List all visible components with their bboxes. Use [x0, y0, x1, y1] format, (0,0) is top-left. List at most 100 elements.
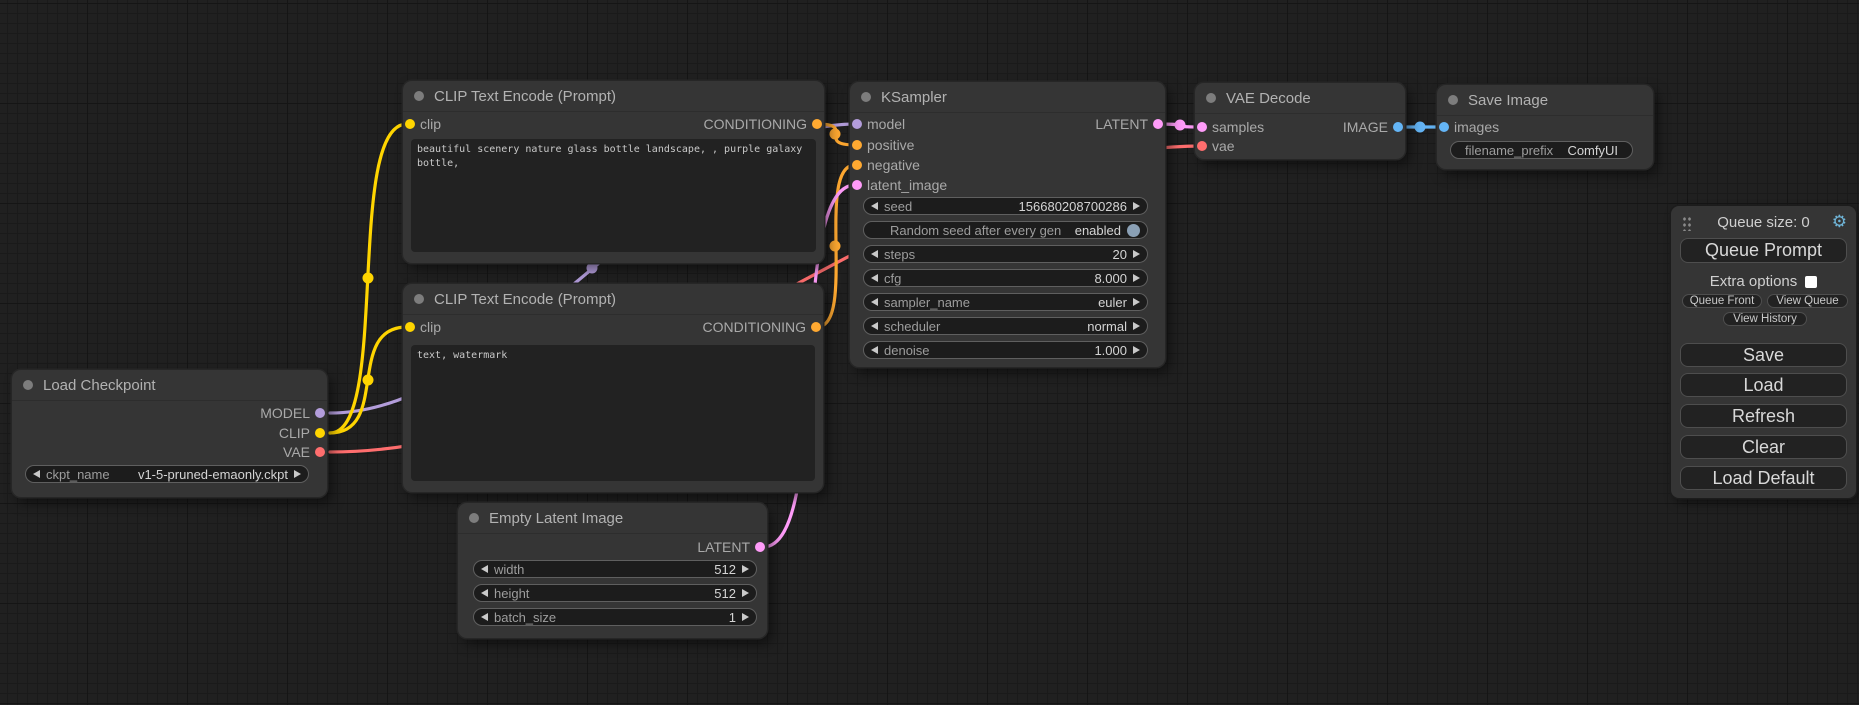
- latent-output-port[interactable]: [1153, 119, 1163, 129]
- decrement-arrow-icon[interactable]: [871, 298, 878, 306]
- samples-input-port[interactable]: [1197, 122, 1207, 132]
- collapse-dot-icon[interactable]: [1206, 93, 1216, 103]
- clip-input-port[interactable]: [405, 119, 415, 129]
- widget-value: 156680208700286: [1019, 199, 1127, 214]
- link-midpoint-dot: [363, 273, 374, 284]
- latent-output-port[interactable]: [755, 542, 765, 552]
- positive-input-port[interactable]: [852, 140, 862, 150]
- widget-value: ComfyUI: [1567, 143, 1618, 158]
- collapse-dot-icon[interactable]: [414, 91, 424, 101]
- model-input-port[interactable]: [852, 119, 862, 129]
- queue-panel: Queue size: 0 ⚙ Queue Prompt Extra optio…: [1671, 206, 1856, 498]
- increment-arrow-icon[interactable]: [1133, 322, 1140, 330]
- settings-gear-icon[interactable]: ⚙: [1832, 211, 1847, 233]
- prompt-text-widget[interactable]: text, watermark: [411, 345, 815, 481]
- increment-arrow-icon[interactable]: [294, 470, 301, 478]
- load-default-button[interactable]: Load Default: [1680, 466, 1847, 490]
- widget-label: width: [494, 562, 524, 577]
- extra-options-checkbox[interactable]: [1805, 276, 1817, 288]
- node-load-checkpoint[interactable]: Load Checkpoint MODEL CLIP VAE ckpt_name…: [12, 370, 327, 497]
- widget-value: 20: [1113, 247, 1127, 262]
- increment-arrow-icon[interactable]: [1133, 298, 1140, 306]
- decrement-arrow-icon[interactable]: [481, 613, 488, 621]
- node-ksampler[interactable]: KSampler model LATENT positive negative …: [850, 82, 1165, 367]
- increment-arrow-icon[interactable]: [1133, 274, 1140, 282]
- clip-output-port[interactable]: [315, 428, 325, 438]
- cfg-widget[interactable]: cfg 8.000: [863, 269, 1148, 287]
- random-seed-toggle-widget[interactable]: Random seed after every gen enabled: [863, 221, 1148, 239]
- width-widget[interactable]: width 512: [473, 560, 757, 578]
- increment-arrow-icon[interactable]: [1133, 202, 1140, 210]
- input-label-clip: clip: [420, 116, 441, 132]
- node-title-bar[interactable]: KSampler: [850, 82, 1165, 113]
- filename-prefix-widget[interactable]: filename_prefix ComfyUI: [1450, 141, 1633, 159]
- input-label-latent-image: latent_image: [867, 177, 947, 193]
- extra-options-label: Extra options: [1710, 273, 1798, 290]
- decrement-arrow-icon[interactable]: [871, 250, 878, 258]
- toggle-knob-icon[interactable]: [1127, 224, 1140, 237]
- input-label-samples: samples: [1212, 119, 1264, 135]
- node-empty-latent-image[interactable]: Empty Latent Image LATENT width 512 heig…: [458, 503, 767, 638]
- node-title-bar[interactable]: VAE Decode: [1195, 83, 1405, 114]
- collapse-dot-icon[interactable]: [469, 513, 479, 523]
- clear-button[interactable]: Clear: [1680, 435, 1847, 459]
- save-button[interactable]: Save: [1680, 343, 1847, 367]
- increment-arrow-icon[interactable]: [1133, 250, 1140, 258]
- widget-value: 512: [714, 562, 736, 577]
- scheduler-widget[interactable]: scheduler normal: [863, 317, 1148, 335]
- decrement-arrow-icon[interactable]: [33, 470, 40, 478]
- view-queue-button[interactable]: View Queue: [1767, 294, 1848, 308]
- node-title-bar[interactable]: CLIP Text Encode (Prompt): [403, 81, 824, 112]
- decrement-arrow-icon[interactable]: [481, 589, 488, 597]
- view-history-button[interactable]: View History: [1723, 312, 1807, 326]
- queue-size-label: Queue size: 0: [1671, 214, 1856, 231]
- refresh-button[interactable]: Refresh: [1680, 404, 1847, 428]
- steps-widget[interactable]: steps 20: [863, 245, 1148, 263]
- height-widget[interactable]: height 512: [473, 584, 757, 602]
- node-title-bar[interactable]: CLIP Text Encode (Prompt): [403, 284, 823, 315]
- increment-arrow-icon[interactable]: [742, 565, 749, 573]
- clip-input-port[interactable]: [405, 322, 415, 332]
- node-save-image[interactable]: Save Image images filename_prefix ComfyU…: [1437, 85, 1653, 169]
- load-button[interactable]: Load: [1680, 373, 1847, 397]
- denoise-widget[interactable]: denoise 1.000: [863, 341, 1148, 359]
- node-graph-canvas[interactable]: Load Checkpoint MODEL CLIP VAE ckpt_name…: [0, 0, 1859, 705]
- output-label-latent: LATENT: [697, 539, 750, 555]
- node-title: CLIP Text Encode (Prompt): [434, 88, 616, 105]
- node-clip-text-encode-positive[interactable]: CLIP Text Encode (Prompt) clip CONDITION…: [403, 81, 824, 263]
- decrement-arrow-icon[interactable]: [871, 202, 878, 210]
- increment-arrow-icon[interactable]: [1133, 346, 1140, 354]
- vae-output-port[interactable]: [315, 447, 325, 457]
- ckpt-name-widget[interactable]: ckpt_name v1-5-pruned-emaonly.ckpt: [25, 465, 309, 483]
- widget-value: enabled: [1075, 223, 1121, 238]
- batch-size-widget[interactable]: batch_size 1: [473, 608, 757, 626]
- collapse-dot-icon[interactable]: [1448, 95, 1458, 105]
- conditioning-output-port[interactable]: [812, 119, 822, 129]
- images-input-port[interactable]: [1439, 122, 1449, 132]
- collapse-dot-icon[interactable]: [861, 92, 871, 102]
- prompt-text-widget[interactable]: beautiful scenery nature glass bottle la…: [411, 139, 816, 252]
- node-title-bar[interactable]: Empty Latent Image: [458, 503, 767, 534]
- latent-image-input-port[interactable]: [852, 180, 862, 190]
- decrement-arrow-icon[interactable]: [481, 565, 488, 573]
- increment-arrow-icon[interactable]: [742, 589, 749, 597]
- decrement-arrow-icon[interactable]: [871, 274, 878, 282]
- collapse-dot-icon[interactable]: [23, 380, 33, 390]
- node-title-bar[interactable]: Load Checkpoint: [12, 370, 327, 401]
- node-clip-text-encode-negative[interactable]: CLIP Text Encode (Prompt) clip CONDITION…: [403, 284, 823, 492]
- node-vae-decode[interactable]: VAE Decode samples IMAGE vae: [1195, 83, 1405, 159]
- model-output-port[interactable]: [315, 408, 325, 418]
- sampler-name-widget[interactable]: sampler_name euler: [863, 293, 1148, 311]
- negative-input-port[interactable]: [852, 160, 862, 170]
- queue-front-button[interactable]: Queue Front: [1682, 294, 1762, 308]
- node-title-bar[interactable]: Save Image: [1437, 85, 1653, 116]
- queue-prompt-button[interactable]: Queue Prompt: [1680, 238, 1847, 263]
- conditioning-output-port[interactable]: [811, 322, 821, 332]
- increment-arrow-icon[interactable]: [742, 613, 749, 621]
- image-output-port[interactable]: [1393, 122, 1403, 132]
- decrement-arrow-icon[interactable]: [871, 346, 878, 354]
- collapse-dot-icon[interactable]: [414, 294, 424, 304]
- decrement-arrow-icon[interactable]: [871, 322, 878, 330]
- vae-input-port[interactable]: [1197, 141, 1207, 151]
- seed-widget[interactable]: seed 156680208700286: [863, 197, 1148, 215]
